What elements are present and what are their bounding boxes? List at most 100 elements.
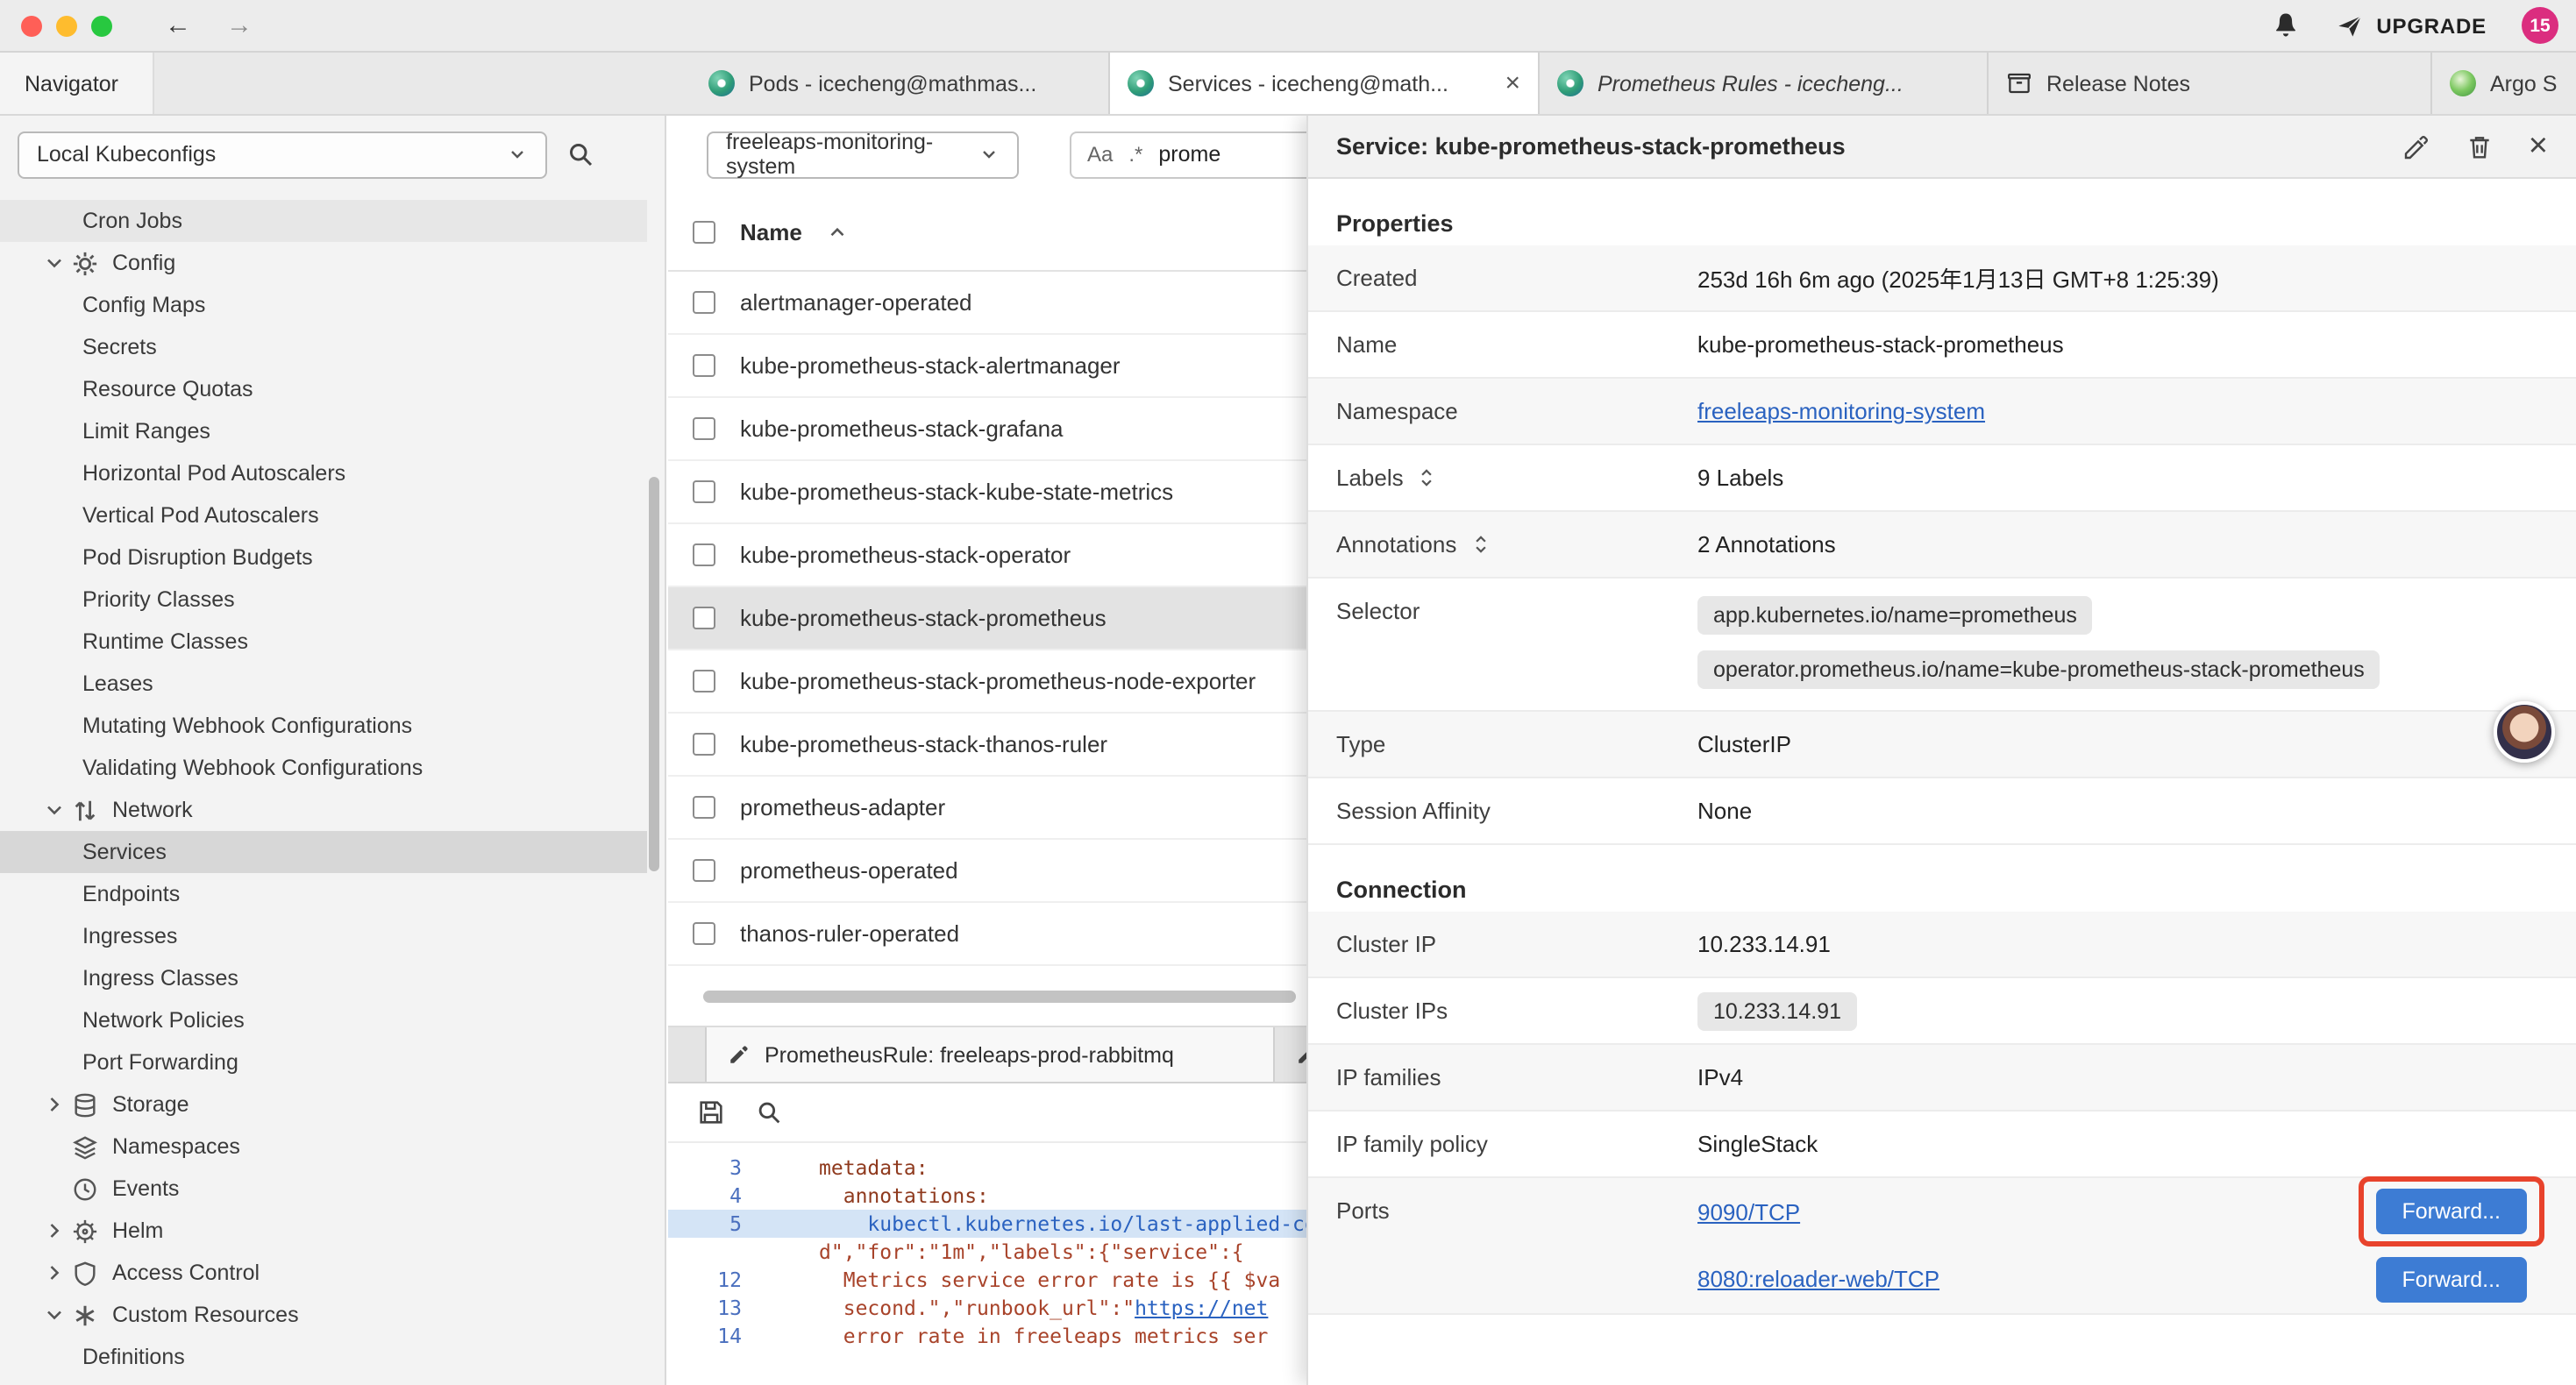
chevron-spacer — [42, 1134, 72, 1159]
sidebar-item-endpoints[interactable]: Endpoints — [0, 873, 647, 915]
chevron-right-icon[interactable] — [42, 1261, 72, 1285]
notifications-bell-icon[interactable] — [2271, 11, 2301, 40]
sort-ascending-icon[interactable] — [827, 220, 850, 243]
name-column-header[interactable]: Name — [740, 218, 802, 245]
line-content: error rate in freeleaps metrics ser — [756, 1322, 1268, 1350]
row-checkbox[interactable] — [693, 796, 715, 819]
row-checkbox[interactable] — [693, 417, 715, 440]
row-checkbox[interactable] — [693, 670, 715, 692]
sidebar-item-network-policies[interactable]: Network Policies — [0, 999, 647, 1041]
delete-trash-icon[interactable] — [2466, 132, 2494, 160]
chevron-right-icon[interactable] — [42, 1218, 72, 1243]
sidebar-item-config-maps[interactable]: Config Maps — [0, 284, 647, 326]
notification-count-badge[interactable]: 15 — [2522, 7, 2558, 44]
editor-tab-prometheus-rules-icecheng[interactable]: Prometheus Rules - icecheng... — [1540, 53, 1989, 114]
sidebar-item-custom-resources[interactable]: Custom Resources — [0, 1294, 647, 1336]
sidebar-item-ingress-classes[interactable]: Ingress Classes — [0, 957, 647, 999]
chevron-down-icon[interactable] — [42, 1303, 72, 1327]
row-checkbox[interactable] — [693, 354, 715, 377]
row-checkbox[interactable] — [693, 480, 715, 503]
sidebar-item-horizontal-pod-autoscalers[interactable]: Horizontal Pod Autoscalers — [0, 452, 647, 494]
dock-tab-prometheusrule[interactable]: PrometheusRule: freeleaps-prod-rabbitmq — [705, 1027, 1275, 1082]
editor-tab-release-notes[interactable]: Release Notes — [1989, 53, 2432, 114]
unfold-icon[interactable] — [1416, 466, 1439, 489]
row-checkbox[interactable] — [693, 859, 715, 882]
sidebar-item-priority-classes[interactable]: Priority Classes — [0, 579, 647, 621]
editor-tab-services-icecheng-math[interactable]: Services - icecheng@math...× — [1110, 53, 1540, 114]
line-content: Metrics service error rate is {{ $va — [756, 1266, 1280, 1294]
port-link[interactable]: 8080:reloader-web/TCP — [1697, 1267, 1939, 1293]
match-case-toggle[interactable]: Aa — [1087, 142, 1113, 167]
dock-tab-label: PrometheusRule: freeleaps-prod-rabbitmq — [765, 1042, 1174, 1067]
namespace-select[interactable]: freeleaps-monitoring-system — [707, 131, 1019, 178]
sidebar-item-validating-webhook-configurations[interactable]: Validating Webhook Configurations — [0, 747, 647, 789]
chevron-down-icon[interactable] — [42, 251, 72, 275]
line-content: second.","runbook_url":"https://net — [756, 1294, 1268, 1322]
sidebar-item-ingresses[interactable]: Ingresses — [0, 915, 647, 957]
minimize-window-button[interactable] — [56, 15, 77, 36]
sidebar-item-runtime-classes[interactable]: Runtime Classes — [0, 621, 647, 663]
sidebar-item-label: Definitions — [82, 1345, 185, 1369]
row-value: 10.233.14.91 — [1697, 931, 1831, 957]
line-number — [668, 1238, 756, 1266]
sidebar-item-definitions[interactable]: Definitions — [0, 1336, 647, 1378]
sidebar-item-leases[interactable]: Leases — [0, 663, 647, 705]
upgrade-button[interactable]: UPGRADE — [2336, 11, 2487, 39]
sidebar-item-secrets[interactable]: Secrets — [0, 326, 647, 368]
drawer-row-ports: Ports 9090/TCPForward...8080:reloader-we… — [1308, 1178, 2576, 1315]
sidebar-item-pod-disruption-budgets[interactable]: Pod Disruption Budgets — [0, 536, 647, 579]
sidebar-search-icon[interactable] — [565, 138, 596, 170]
sidebar-item-vertical-pod-autoscalers[interactable]: Vertical Pod Autoscalers — [0, 494, 647, 536]
regex-toggle[interactable]: .* — [1128, 142, 1142, 167]
port-line: 8080:reloader-web/TCP Forward... — [1697, 1246, 2548, 1313]
port-link[interactable]: 9090/TCP — [1697, 1199, 1800, 1225]
sidebar-item-label: Horizontal Pod Autoscalers — [82, 461, 345, 486]
edit-pencil-icon[interactable] — [2402, 132, 2430, 160]
sidebar-item-events[interactable]: Events — [0, 1168, 647, 1210]
sidebar-item-config[interactable]: Config — [0, 242, 647, 284]
editor-tab-pods-icecheng-mathmas[interactable]: Pods - icecheng@mathmas... — [691, 53, 1110, 114]
sidebar-item-cron-jobs[interactable]: Cron Jobs — [0, 200, 647, 242]
pencil-icon — [728, 1043, 751, 1066]
unfold-icon[interactable] — [1469, 533, 1491, 556]
row-checkbox[interactable] — [693, 607, 715, 629]
sidebar-item-mutating-webhook-configurations[interactable]: Mutating Webhook Configurations — [0, 705, 647, 747]
sidebar-item-network[interactable]: Network — [0, 789, 647, 831]
maximize-window-button[interactable] — [91, 15, 112, 36]
chevron-right-icon[interactable] — [42, 1092, 72, 1117]
close-icon[interactable]: × — [2529, 130, 2548, 163]
chevron-down-icon[interactable] — [42, 798, 72, 822]
sidebar-item-services[interactable]: Services — [0, 831, 647, 873]
sidebar-item-helm[interactable]: Helm — [0, 1210, 647, 1252]
search-input[interactable]: Aa .* prome — [1070, 131, 1333, 178]
close-window-button[interactable] — [21, 15, 42, 36]
port-forward-button[interactable]: Forward... — [2375, 1257, 2527, 1303]
row-checkbox[interactable] — [693, 922, 715, 945]
navigator-panel-tab[interactable]: Navigator — [0, 53, 154, 114]
user-avatar[interactable] — [2494, 701, 2555, 763]
sidebar-item-namespaces[interactable]: Namespaces — [0, 1126, 647, 1168]
horizontal-scrollbar[interactable] — [703, 991, 1296, 1003]
sidebar-item-access-control[interactable]: Access Control — [0, 1252, 647, 1294]
paper-plane-icon — [2336, 11, 2364, 39]
kubeconfig-select[interactable]: Local Kubeconfigs — [18, 131, 547, 178]
sidebar-item-label: Leases — [82, 671, 153, 696]
forward-button-wrap: Forward... — [2375, 1257, 2527, 1303]
sidebar-item-limit-ranges[interactable]: Limit Ranges — [0, 410, 647, 452]
select-all-checkbox[interactable] — [693, 220, 715, 243]
editor-tab-argo-s[interactable]: Argo S — [2432, 53, 2576, 114]
editor-search-icon[interactable] — [754, 1097, 784, 1127]
forward-arrow-icon[interactable]: → — [226, 11, 253, 40]
sidebar-scrollbar[interactable] — [649, 477, 659, 871]
tab-close-icon[interactable]: × — [1505, 70, 1520, 96]
sidebar-item-storage[interactable]: Storage — [0, 1083, 647, 1126]
sidebar-item-port-forwarding[interactable]: Port Forwarding — [0, 1041, 647, 1083]
save-icon[interactable] — [696, 1097, 726, 1127]
back-arrow-icon[interactable]: ← — [165, 11, 191, 40]
sidebar-item-resource-quotas[interactable]: Resource Quotas — [0, 368, 647, 410]
row-checkbox[interactable] — [693, 733, 715, 756]
namespace-link[interactable]: freeleaps-monitoring-system — [1697, 398, 1985, 424]
row-checkbox[interactable] — [693, 291, 715, 314]
row-checkbox[interactable] — [693, 543, 715, 566]
port-forward-button[interactable]: Forward... — [2375, 1190, 2527, 1235]
